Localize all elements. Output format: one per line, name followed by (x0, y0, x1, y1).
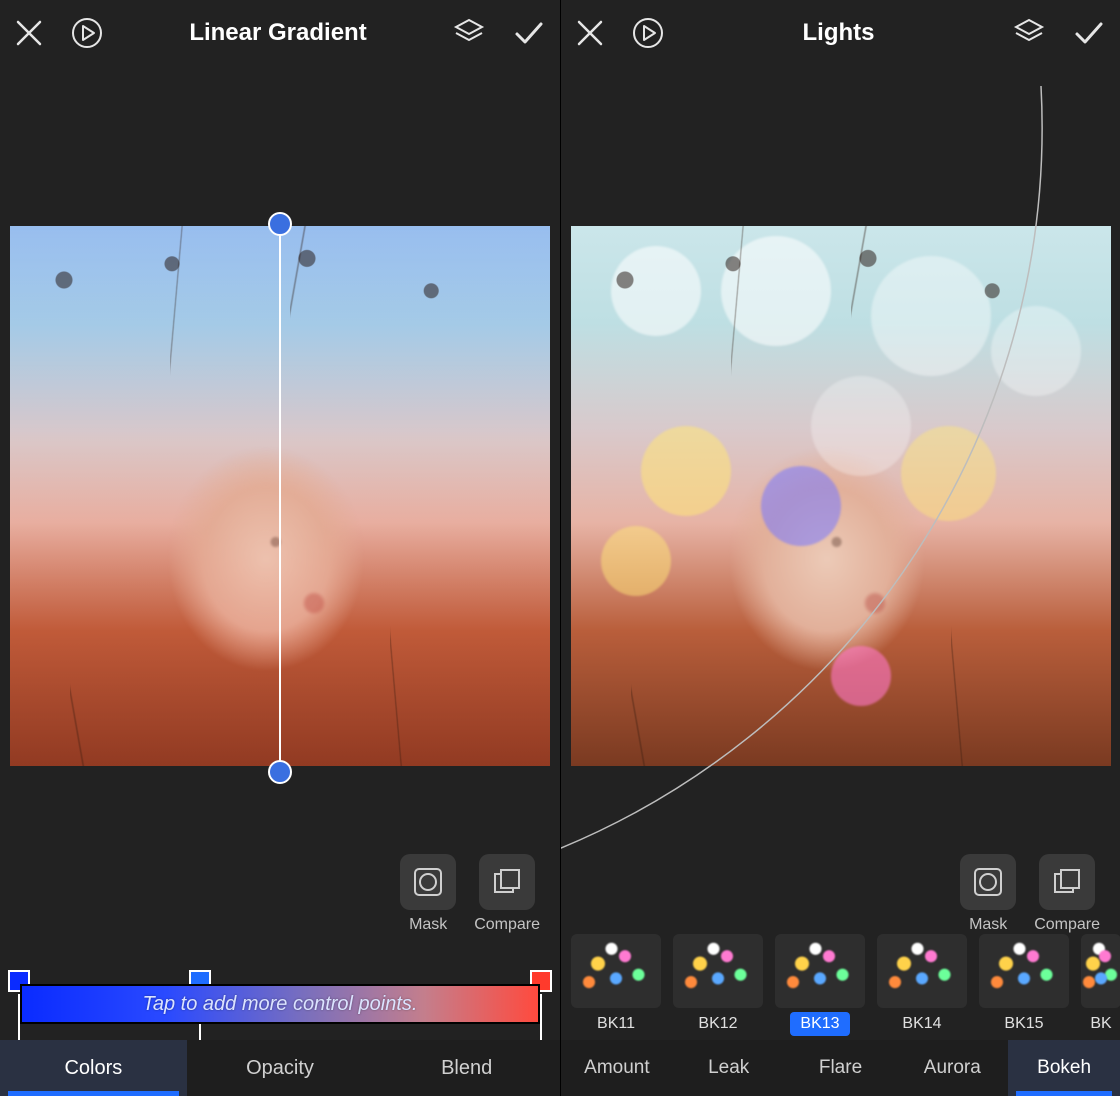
play-icon[interactable] (70, 16, 104, 50)
tab-leak[interactable]: Leak (673, 1040, 785, 1096)
preset-strip[interactable]: BK11 BK12 BK13 BK14 BK15 BK (571, 928, 1120, 1036)
topbar-left: Linear Gradient (0, 0, 560, 66)
gradient-handle-bottom[interactable] (268, 760, 292, 784)
pane-linear-gradient: Linear Gradient Mask Compare (0, 0, 560, 1096)
tab-colors[interactable]: Colors (0, 1040, 187, 1096)
compare-button[interactable]: Compare (474, 854, 540, 934)
gradient-hint: Tap to add more control points. (22, 986, 538, 1022)
gradient-editor[interactable]: Tap to add more control points. (12, 950, 548, 1036)
tool-row-left: Mask Compare (400, 854, 540, 934)
close-icon[interactable] (14, 18, 44, 48)
check-icon[interactable] (512, 16, 546, 50)
play-icon[interactable] (631, 16, 665, 50)
pane-lights: Lights (560, 0, 1120, 1096)
layers-icon[interactable] (452, 16, 486, 50)
layers-icon[interactable] (1012, 16, 1046, 50)
topbar-right: Lights (561, 0, 1120, 66)
gradient-track[interactable]: Tap to add more control points. (20, 984, 540, 1024)
mask-label: Mask (409, 916, 447, 934)
preset-bk15[interactable]: BK15 (979, 934, 1069, 1036)
check-icon[interactable] (1072, 16, 1106, 50)
tab-bokeh[interactable]: Bokeh (1008, 1040, 1120, 1096)
tool-row-right: Mask Compare (960, 854, 1100, 934)
tabs-right: Amount Leak Flare Aurora Bokeh (561, 1040, 1120, 1096)
preset-bk13[interactable]: BK13 (775, 934, 865, 1036)
preset-bk12[interactable]: BK12 (673, 934, 763, 1036)
photo-preview (571, 226, 1111, 766)
preset-bk14[interactable]: BK14 (877, 934, 967, 1036)
canvas-left[interactable]: Mask Compare (0, 66, 560, 1096)
tabs-left: Colors Opacity Blend (0, 1040, 560, 1096)
page-title: Linear Gradient (189, 19, 366, 47)
close-icon[interactable] (575, 18, 605, 48)
gradient-axis-line[interactable] (279, 216, 281, 776)
gradient-handle-top[interactable] (268, 212, 292, 236)
mask-button[interactable]: Mask (960, 854, 1016, 934)
page-title: Lights (803, 19, 875, 47)
tab-flare[interactable]: Flare (785, 1040, 897, 1096)
tab-aurora[interactable]: Aurora (896, 1040, 1008, 1096)
bokeh-overlay (571, 226, 1111, 766)
compare-label: Compare (474, 916, 540, 934)
tab-blend[interactable]: Blend (373, 1040, 560, 1096)
mask-button[interactable]: Mask (400, 854, 456, 934)
tab-amount[interactable]: Amount (561, 1040, 673, 1096)
compare-button[interactable]: Compare (1034, 854, 1100, 934)
tab-opacity[interactable]: Opacity (187, 1040, 374, 1096)
preset-bk11[interactable]: BK11 (571, 934, 661, 1036)
preset-bk-next[interactable]: BK (1081, 934, 1120, 1036)
